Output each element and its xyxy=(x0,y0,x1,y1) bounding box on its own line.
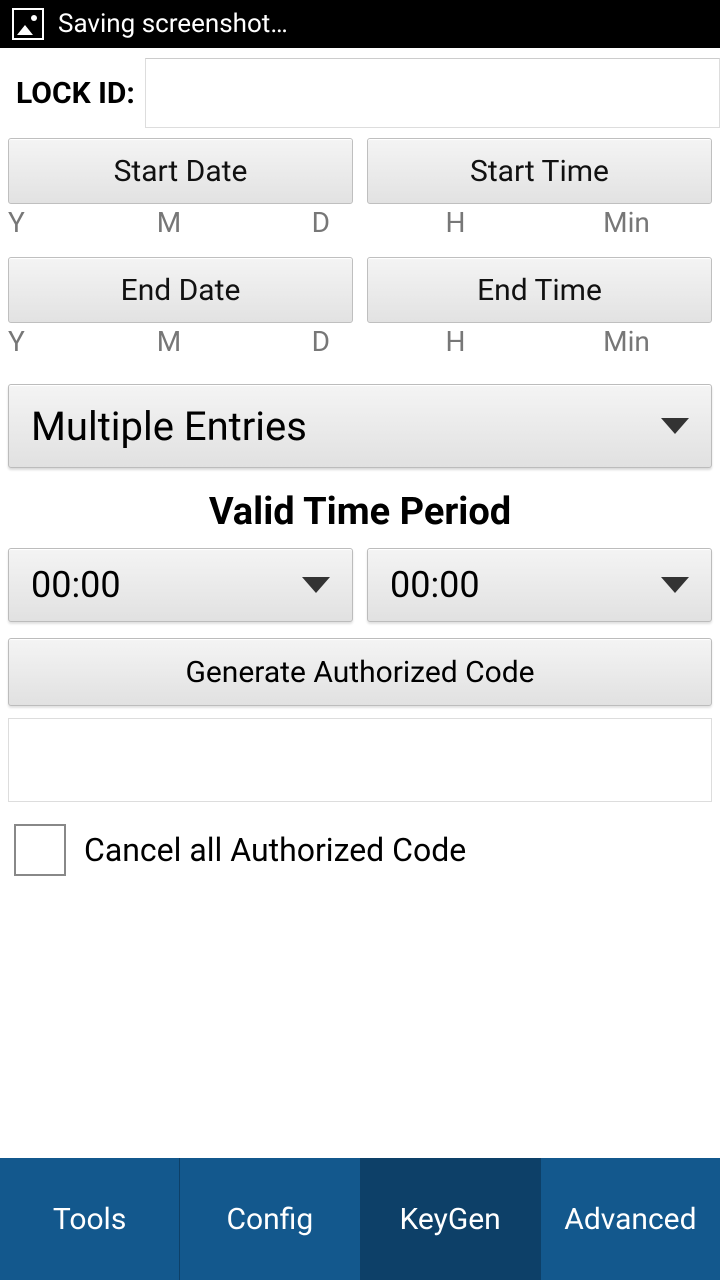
bottom-nav: Tools Config KeyGen Advanced xyxy=(0,1158,720,1280)
end-date-label: End Date xyxy=(121,273,241,308)
end-date-sublabels: Y M D xyxy=(8,325,350,358)
status-title: Saving screenshot… xyxy=(58,9,288,39)
end-time-button[interactable]: End Time xyxy=(367,257,712,323)
label-y: Y xyxy=(8,206,115,239)
end-time-sublabels: H Min xyxy=(350,325,712,358)
cancel-all-label: Cancel all Authorized Code xyxy=(84,831,466,869)
label-d2: D xyxy=(223,325,350,358)
label-h2: H xyxy=(370,325,541,358)
lock-id-input[interactable] xyxy=(145,58,720,128)
label-m: M xyxy=(115,206,222,239)
start-time-label: Start Time xyxy=(470,154,609,189)
chevron-down-icon xyxy=(661,577,689,593)
tab-tools-label: Tools xyxy=(53,1202,126,1237)
tab-advanced-label: Advanced xyxy=(564,1202,696,1237)
period-to-value: 00:00 xyxy=(390,564,480,606)
chevron-down-icon xyxy=(661,418,689,434)
start-date-button[interactable]: Start Date xyxy=(8,138,353,204)
end-time-label: End Time xyxy=(477,273,602,308)
tab-config-label: Config xyxy=(227,1202,314,1237)
generate-code-button[interactable]: Generate Authorized Code xyxy=(8,638,712,706)
authorized-code-output xyxy=(8,718,712,802)
start-date-label: Start Date xyxy=(114,154,248,189)
tab-tools[interactable]: Tools xyxy=(0,1158,180,1280)
entries-dropdown-label: Multiple Entries xyxy=(31,403,307,450)
image-icon xyxy=(12,8,44,40)
label-m2: M xyxy=(115,325,222,358)
valid-period-title: Valid Time Period xyxy=(0,490,720,534)
period-from-dropdown[interactable]: 00:00 xyxy=(8,548,353,622)
tab-advanced[interactable]: Advanced xyxy=(541,1158,720,1280)
period-to-dropdown[interactable]: 00:00 xyxy=(367,548,712,622)
chevron-down-icon xyxy=(302,577,330,593)
entries-dropdown[interactable]: Multiple Entries xyxy=(8,384,712,468)
label-d: D xyxy=(223,206,350,239)
tab-keygen[interactable]: KeyGen xyxy=(361,1158,541,1280)
period-from-value: 00:00 xyxy=(31,564,121,606)
label-min: Min xyxy=(541,206,712,239)
tab-keygen-label: KeyGen xyxy=(399,1202,500,1237)
status-bar: Saving screenshot… xyxy=(0,0,720,48)
end-date-button[interactable]: End Date xyxy=(8,257,353,323)
cancel-all-checkbox[interactable] xyxy=(14,824,66,876)
start-time-sublabels: H Min xyxy=(350,206,712,239)
tab-config[interactable]: Config xyxy=(180,1158,360,1280)
label-min2: Min xyxy=(541,325,712,358)
lock-id-label: LOCK ID: xyxy=(16,76,135,111)
label-y2: Y xyxy=(8,325,115,358)
start-time-button[interactable]: Start Time xyxy=(367,138,712,204)
generate-code-label: Generate Authorized Code xyxy=(185,655,534,690)
start-date-sublabels: Y M D xyxy=(8,206,350,239)
label-h: H xyxy=(370,206,541,239)
